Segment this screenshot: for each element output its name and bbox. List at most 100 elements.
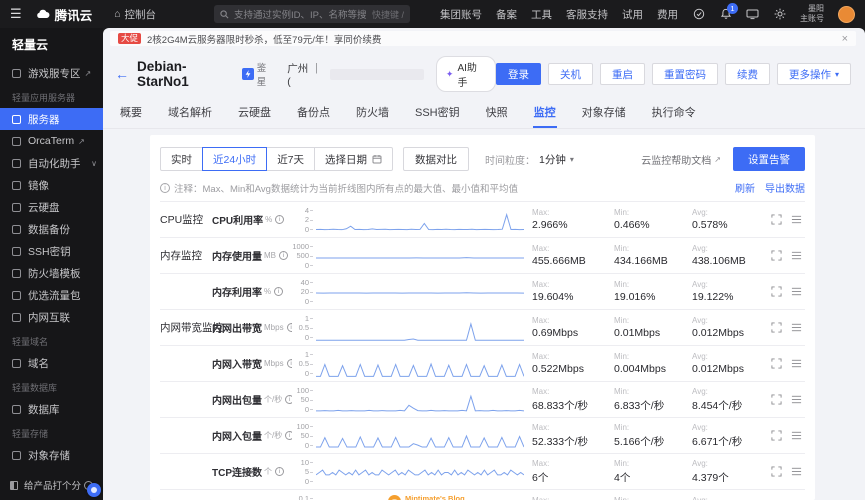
navbar-item[interactable]: 集团账号: [440, 7, 482, 22]
circle-check-icon[interactable]: [692, 8, 705, 21]
action-button[interactable]: 重启: [599, 63, 645, 85]
info-icon[interactable]: i: [279, 251, 288, 260]
more-actions-button[interactable]: 更多操作 ▾: [776, 63, 851, 85]
sidebar-item-traffic[interactable]: 优选流量包: [0, 284, 103, 306]
info-icon[interactable]: i: [274, 287, 284, 296]
user-account[interactable]: 墨阳 主账号: [800, 4, 824, 23]
chart-menu-icon[interactable]: [791, 358, 802, 369]
chart-title: 内网出带宽: [212, 324, 262, 335]
export-data-link[interactable]: 导出数据: [765, 180, 805, 195]
sidebar-item-gamepad[interactable]: 游戏服专区 ↗: [0, 62, 103, 84]
navbar-item[interactable]: 试用: [622, 7, 643, 22]
tab-2[interactable]: 域名解析: [167, 100, 213, 128]
tab-10[interactable]: 执行命令: [651, 100, 697, 128]
ai-assistant-button[interactable]: ✦ AI助手: [435, 56, 496, 92]
sparkline-chart[interactable]: [316, 350, 524, 378]
expand-chart-icon[interactable]: [771, 286, 782, 297]
chart-menu-icon[interactable]: [791, 286, 802, 297]
chart-menu-icon[interactable]: [791, 214, 802, 225]
screen-icon[interactable]: [746, 8, 759, 21]
range-button[interactable]: 实时: [160, 147, 203, 171]
chart-menu-icon[interactable]: [791, 250, 802, 261]
gear-icon[interactable]: [773, 8, 786, 21]
sidebar-item-terminal[interactable]: OrcaTerm ↗: [0, 130, 103, 152]
feedback-fab-button[interactable]: [87, 483, 101, 497]
sparkline-chart[interactable]: [316, 422, 524, 450]
info-icon[interactable]: i: [275, 215, 285, 224]
expand-chart-icon[interactable]: [771, 394, 782, 405]
sparkline-chart[interactable]: [316, 314, 524, 342]
expand-chart-icon[interactable]: [771, 358, 782, 369]
sidebar-item-database[interactable]: 数据库: [0, 398, 103, 420]
expand-chart-icon[interactable]: [771, 214, 782, 225]
tab-4[interactable]: 备份点: [296, 100, 331, 128]
sparkline-chart[interactable]: [316, 386, 524, 414]
set-alarm-button[interactable]: 设置告警: [733, 147, 805, 171]
stat-max: Max: 0.522Mbps: [532, 352, 584, 375]
key-icon: [12, 246, 21, 256]
info-icon[interactable]: i: [285, 395, 292, 404]
expand-chart-icon[interactable]: [771, 430, 782, 441]
range-button[interactable]: 近7天: [266, 147, 316, 171]
monitor-toolbar: 实时 近24小时 近7天 选择日期 数据对比 时间粒度： 1分钟 ▾ 云监控帮助文档 …: [160, 147, 805, 171]
bell-icon[interactable]: 1: [719, 2, 738, 21]
navbar-item[interactable]: 费用: [657, 7, 678, 22]
console-link[interactable]: ⌂ 控制台: [114, 7, 156, 22]
sidebar-item-firewall[interactable]: 防火墙模板: [0, 262, 103, 284]
sparkline-chart[interactable]: Mintimate's Blogmintimate.cn: [316, 494, 524, 500]
granularity-select[interactable]: 1分钟: [539, 152, 566, 167]
sidebar-item-server[interactable]: 服务器: [0, 108, 103, 130]
close-icon[interactable]: ×: [842, 33, 848, 45]
chart-menu-icon[interactable]: [791, 322, 802, 333]
info-icon[interactable]: i: [285, 431, 292, 440]
expand-chart-icon[interactable]: [771, 322, 782, 333]
hamburger-menu-icon[interactable]: ☰: [10, 6, 22, 22]
rate-product-link[interactable]: 给产品打个分: [24, 478, 93, 492]
tab-9[interactable]: 对象存储: [581, 100, 627, 128]
navbar-item[interactable]: 客服支持: [566, 7, 608, 22]
sparkline-chart[interactable]: [316, 278, 524, 306]
refresh-link[interactable]: 刷新: [735, 180, 755, 195]
tab-8[interactable]: 监控: [532, 100, 557, 128]
navbar-item[interactable]: 工具: [531, 7, 552, 22]
expand-chart-icon[interactable]: [771, 466, 782, 477]
action-button[interactable]: 续费: [724, 63, 770, 85]
domain-icon: [12, 358, 21, 368]
sparkline-chart[interactable]: [316, 458, 524, 486]
sidebar-item-assistant[interactable]: 自动化助手 ∨: [0, 152, 103, 174]
search-input[interactable]: 支持通过实例ID、IP、名称等搜索资源 快捷键 /: [214, 5, 411, 23]
sidebar-item-domain[interactable]: 域名: [0, 352, 103, 374]
tab-1[interactable]: 概要: [119, 100, 143, 128]
action-button[interactable]: 重置密码: [651, 63, 718, 85]
collapse-sidebar-icon[interactable]: [10, 480, 18, 490]
back-arrow-icon[interactable]: ←: [115, 66, 129, 82]
expand-chart-icon[interactable]: [771, 250, 782, 261]
sparkline-chart[interactable]: [316, 242, 524, 270]
tab-6[interactable]: SSH密钥: [414, 100, 461, 128]
sparkline-chart[interactable]: [316, 206, 524, 234]
tab-7[interactable]: 快照: [485, 100, 509, 128]
login-button[interactable]: 登录: [495, 63, 541, 85]
tencent-cloud-logo[interactable]: 腾讯云: [36, 5, 92, 24]
sidebar-item-storage[interactable]: 对象存储: [0, 444, 103, 466]
info-icon[interactable]: i: [275, 467, 284, 476]
sidebar-item-image[interactable]: 镜像: [0, 174, 103, 196]
tab-5[interactable]: 防火墙: [355, 100, 390, 128]
chart-menu-icon[interactable]: [791, 394, 802, 405]
action-button[interactable]: 关机: [547, 63, 593, 85]
navbar-item[interactable]: 备案: [496, 7, 517, 22]
sidebar-item-key[interactable]: SSH密钥: [0, 240, 103, 262]
range-button[interactable]: 近24小时: [202, 147, 268, 171]
chart-menu-icon[interactable]: [791, 466, 802, 477]
help-doc-link[interactable]: 云监控帮助文档 ↗: [641, 152, 721, 167]
assistant-icon: [12, 158, 21, 168]
avatar[interactable]: [838, 5, 855, 23]
data-compare-button[interactable]: 数据对比: [403, 147, 470, 171]
sidebar-item-network[interactable]: 内网互联: [0, 306, 103, 328]
stat-max: Max:0.06Mbps: [524, 496, 606, 500]
sidebar-item-disk[interactable]: 云硬盘: [0, 196, 103, 218]
range-button[interactable]: 选择日期: [314, 147, 394, 171]
chart-menu-icon[interactable]: [791, 430, 802, 441]
tab-3[interactable]: 云硬盘: [237, 100, 272, 128]
sidebar-item-backup[interactable]: 数据备份: [0, 218, 103, 240]
